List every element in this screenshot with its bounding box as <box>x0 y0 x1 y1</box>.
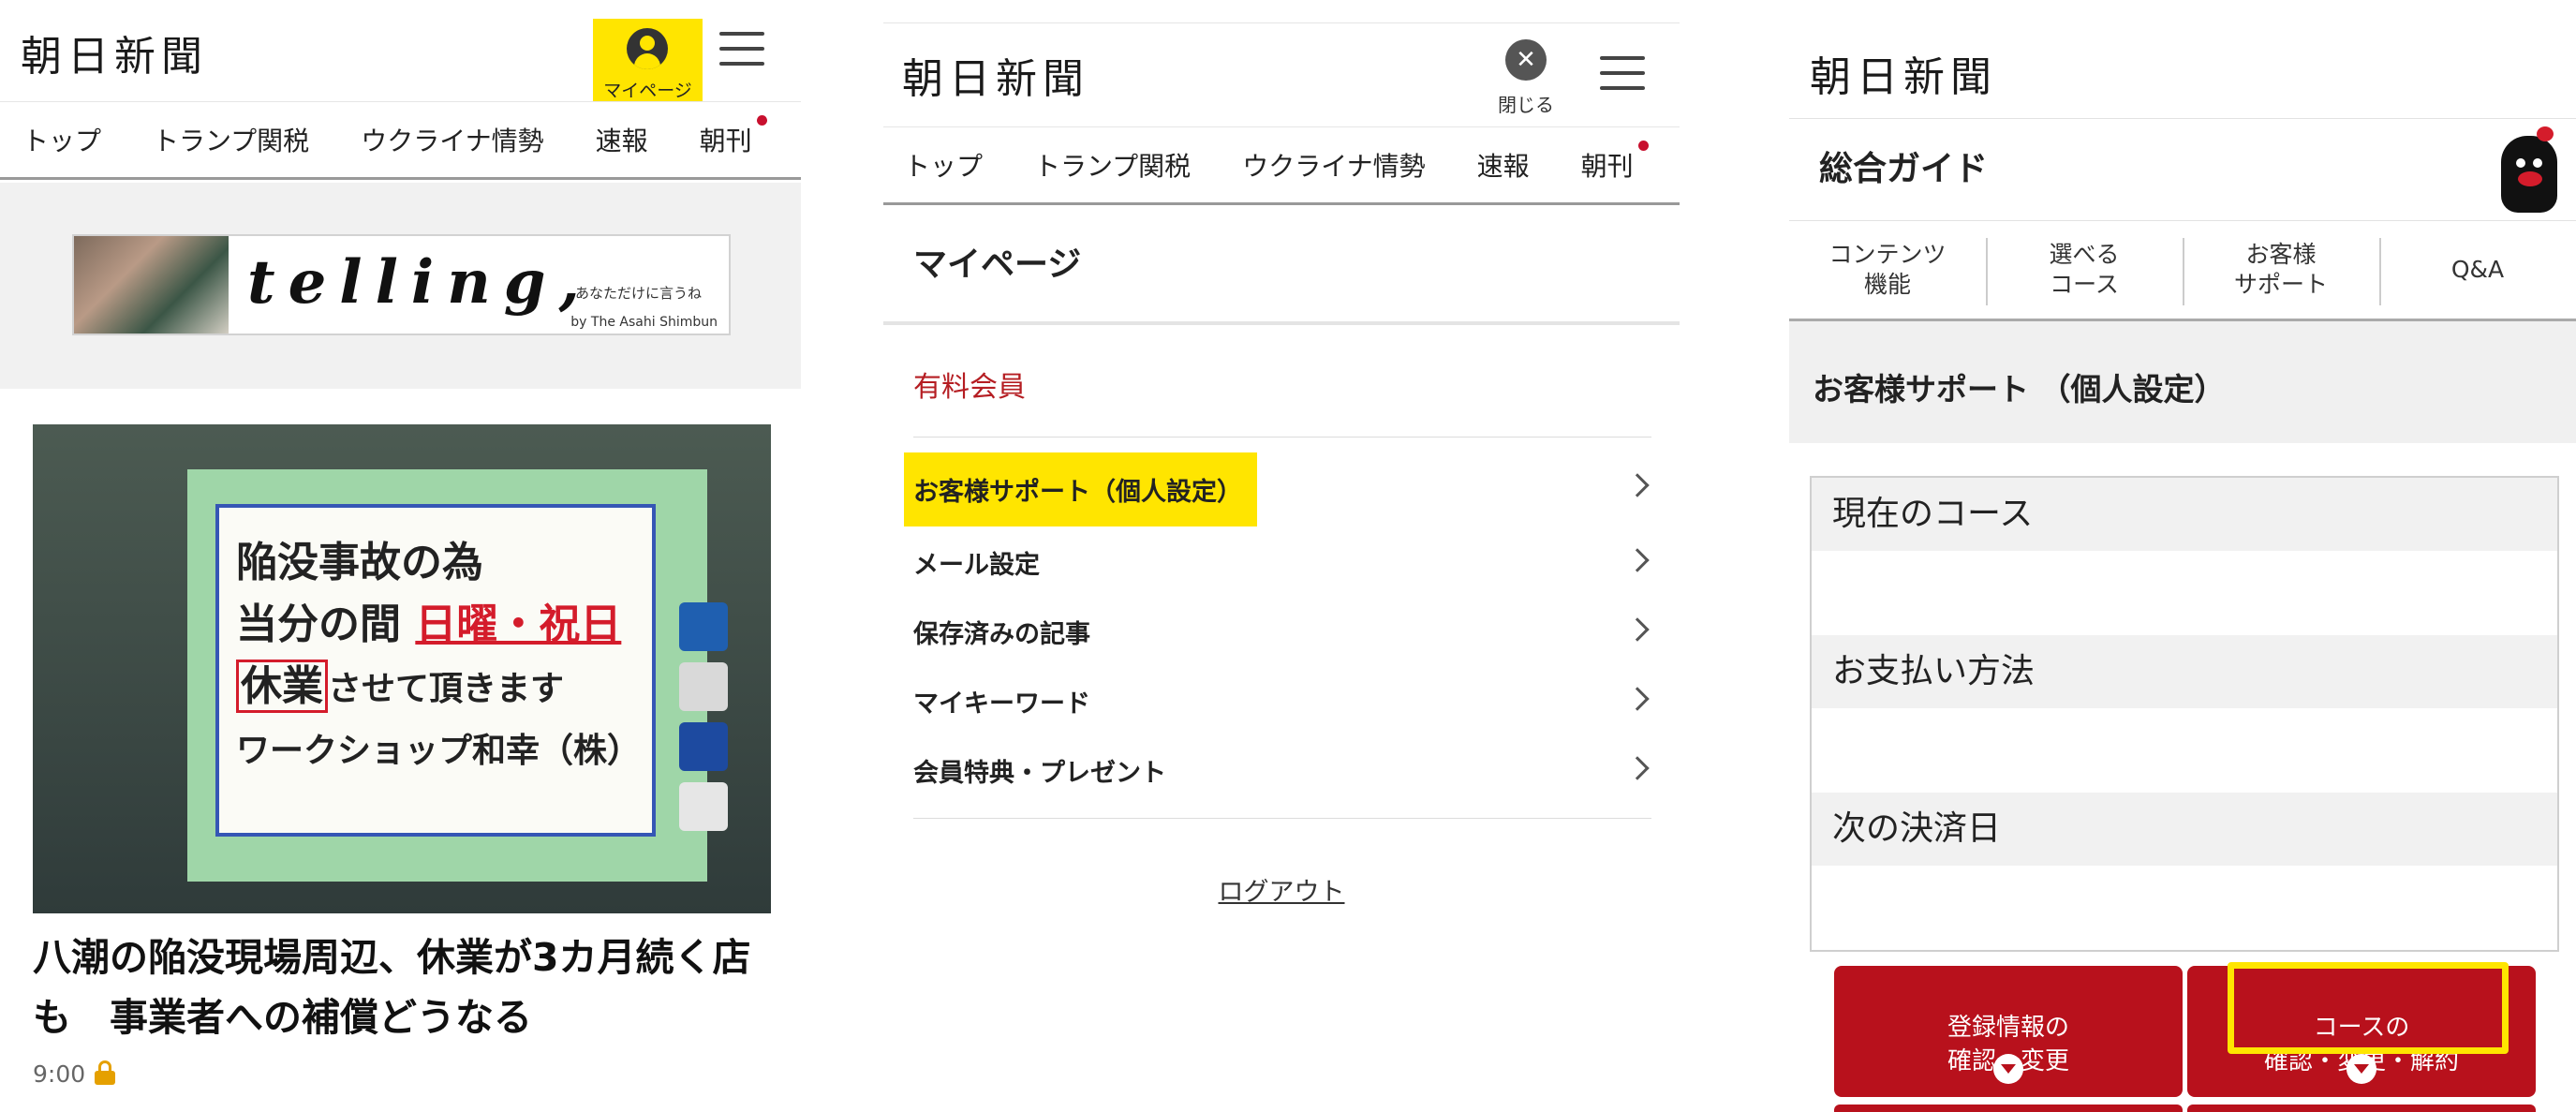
payment-stickers <box>679 602 735 883</box>
article-title[interactable]: 八潮の陥没現場周辺、休業が3カ月続く店も 事業者への補償どうなる <box>33 927 773 1047</box>
close-icon: ✕ <box>1505 39 1547 81</box>
paid-member-label: 有料会員 <box>913 371 1026 404</box>
divider <box>913 818 1651 819</box>
tab-customer-support[interactable]: お客様 サポート <box>2183 221 2379 319</box>
site-logo[interactable]: 朝日新聞 <box>21 22 208 82</box>
sign-line-4: ワークショップ和幸（株） <box>236 731 642 770</box>
current-course-value <box>1832 551 2557 635</box>
chevron-down-icon <box>2347 1054 2376 1084</box>
sign-line-2: 当分の間 日曜・祝日 <box>236 594 635 656</box>
guide-title: 総合ガイド <box>1819 150 1989 188</box>
close-button-label: 閉じる <box>1498 94 1554 116</box>
site-logo[interactable]: 朝日新聞 <box>1810 43 1997 103</box>
hamburger-menu-icon[interactable] <box>1600 54 1645 92</box>
current-course-label: 現在のコース <box>1812 478 2557 551</box>
payment-method-label: お支払い方法 <box>1812 635 2557 708</box>
new-dot-icon <box>1637 141 1649 151</box>
payment-method-value <box>1832 708 2557 793</box>
highlight-frame <box>2228 962 2509 1054</box>
sign-line-2b: 日曜・祝日 <box>415 600 622 648</box>
tab-breaking-news[interactable]: 速報 <box>596 121 648 158</box>
article-photo[interactable]: 陥没事故の為 当分の間 日曜・祝日 休業 させて頂きます ワークショップ和幸（株） <box>33 424 771 913</box>
chevron-right-icon <box>1625 617 1650 642</box>
sign-line-3a: 休業 <box>236 660 328 713</box>
sign-line-2a: 当分の間 <box>236 600 401 648</box>
mypage-button-label: マイページ <box>603 81 692 101</box>
menu-item-mail-settings[interactable]: メール設定 <box>895 527 1651 597</box>
ad-tagline: あなただけに言うね <box>575 285 703 302</box>
home-screen: 朝日新聞 マイページ トップ トランプ関税 ウクライナ情勢 速報 朝刊 tell… <box>0 0 801 1112</box>
sign-line-3b: させて頂きます <box>328 669 565 708</box>
photo-sign: 陥没事故の為 当分の間 日曜・祝日 休業 させて頂きます ワークショップ和幸（株） <box>215 504 656 837</box>
tab-morning-edition-label: 朝刊 <box>1580 151 1634 182</box>
account-info-box: 現在のコース お支払い方法 次の決済日 <box>1810 476 2559 952</box>
registration-info-button[interactable]: 登録情報の 確認・変更 <box>1834 966 2183 1097</box>
menu-item-label: マイキーワード <box>913 689 1090 719</box>
next-button-edge[interactable] <box>2187 1105 2536 1112</box>
menu-item-label: 会員特典・プレゼント <box>913 759 1166 788</box>
section-header: お客様サポート （個人設定） <box>1789 321 2576 443</box>
tab-courses[interactable]: 選べる コース <box>1986 221 2183 319</box>
menu-item-saved-articles[interactable]: 保存済みの記事 <box>895 597 1651 666</box>
menu-item-member-benefits[interactable]: 会員特典・プレゼント <box>895 735 1651 805</box>
user-icon <box>627 28 668 69</box>
tab-breaking-news[interactable]: 速報 <box>1477 146 1530 184</box>
next-payment-date-value <box>1832 866 2557 950</box>
tab-morning-edition[interactable]: 朝刊 <box>699 115 767 158</box>
tab-ukraine[interactable]: ウクライナ情勢 <box>1242 146 1425 184</box>
close-button[interactable]: ✕ 閉じる <box>1492 39 1560 116</box>
menu-item-customer-support[interactable]: お客様サポート（個人設定） <box>895 452 1651 526</box>
tab-ukraine[interactable]: ウクライナ情勢 <box>361 121 543 158</box>
menu-item-label: 保存済みの記事 <box>913 620 1090 649</box>
mypage-menu-screen: 朝日新聞 ✕ 閉じる トップ トランプ関税 ウクライナ情勢 速報 朝刊 マイペー… <box>883 0 1680 1112</box>
guide-tabs: コンテンツ 機能 選べる コース お客様 サポート Q&A <box>1789 221 2576 321</box>
tab-morning-edition[interactable]: 朝刊 <box>1580 141 1649 184</box>
logout-link[interactable]: ログアウト <box>883 871 1680 908</box>
tab-qa[interactable]: Q&A <box>2379 221 2576 319</box>
category-tabs: トップ トランプ関税 ウクライナ情勢 速報 朝刊 <box>0 101 801 180</box>
hamburger-menu-icon[interactable] <box>719 30 764 67</box>
ad-photo <box>74 236 229 334</box>
chevron-right-icon <box>1625 756 1650 780</box>
lock-icon <box>94 1060 116 1085</box>
next-payment-date-label: 次の決済日 <box>1812 793 2557 866</box>
divider <box>883 321 1680 325</box>
menu-title: マイページ <box>913 245 1082 284</box>
chevron-right-icon <box>1625 687 1650 711</box>
next-button-edge[interactable] <box>1834 1105 2183 1112</box>
menu-item-my-keywords[interactable]: マイキーワード <box>895 666 1651 735</box>
menu-item-label: お客様サポート（個人設定） <box>904 452 1257 526</box>
section-title: お客様サポート （個人設定） <box>1813 371 2226 408</box>
category-tabs: トップ トランプ関税 ウクライナ情勢 速報 朝刊 <box>883 126 1680 205</box>
mascot-icon <box>2492 123 2567 216</box>
guide-header: 総合ガイド <box>1789 118 2576 221</box>
customer-support-screen: 朝日新聞 総合ガイド コンテンツ 機能 選べる コース お客様 サポート Q&A… <box>1789 0 2576 1112</box>
ad-banner[interactable]: telling, あなただけに言うね by The Asahi Shimbun <box>72 234 731 335</box>
tab-top[interactable]: トップ <box>904 146 983 184</box>
menu-item-label: メール設定 <box>913 551 1040 580</box>
sign-line-1: 陥没事故の為 <box>236 539 483 586</box>
chevron-down-icon <box>1993 1054 2023 1084</box>
site-logo[interactable]: 朝日新聞 <box>902 45 1089 105</box>
chevron-right-icon <box>1625 473 1650 497</box>
mypage-button[interactable]: マイページ <box>593 19 703 101</box>
chevron-right-icon <box>1625 548 1650 572</box>
new-dot-icon <box>756 115 767 126</box>
tab-top[interactable]: トップ <box>22 121 101 158</box>
tab-morning-edition-label: 朝刊 <box>699 126 752 156</box>
sign-line-3: 休業 させて頂きます <box>236 656 635 719</box>
ad-area: telling, あなただけに言うね by The Asahi Shimbun <box>0 183 801 389</box>
tab-trump-tariffs[interactable]: トランプ関税 <box>153 121 309 158</box>
tab-contents-features[interactable]: コンテンツ 機能 <box>1789 221 1986 319</box>
ad-logo: telling, <box>247 247 593 318</box>
tab-trump-tariffs[interactable]: トランプ関税 <box>1034 146 1191 184</box>
article-time: 9:00 <box>33 1060 86 1088</box>
ad-byline: by The Asahi Shimbun <box>570 315 718 330</box>
